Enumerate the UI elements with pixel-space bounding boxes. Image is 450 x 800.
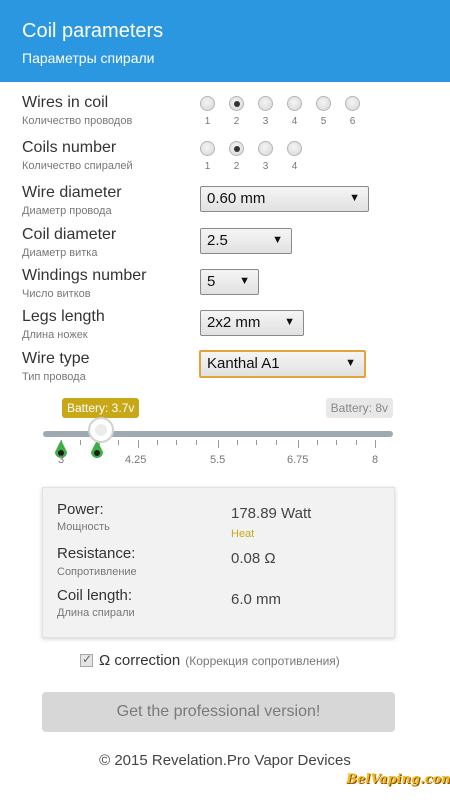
coils-sublabel: Количество спиралей bbox=[22, 160, 133, 172]
correction-checkbox[interactable] bbox=[80, 652, 93, 667]
footer-copyright: © 2015 Revelation.Pro Vapor Devices bbox=[99, 752, 351, 769]
coils-radio-group: 1 2 3 4 bbox=[193, 141, 309, 172]
coils-row: Coils number Количество спиралей bbox=[22, 139, 133, 172]
wires-radio-1[interactable]: 1 bbox=[193, 96, 222, 127]
correction-row[interactable]: Ω correction (Коррекция сопротивления) bbox=[80, 652, 340, 669]
heat-note: Heat bbox=[231, 528, 255, 540]
chevron-down-icon: ▼ bbox=[239, 275, 250, 287]
correction-label: Ω correction bbox=[99, 652, 181, 669]
wire-type-label: Wire type bbox=[22, 350, 90, 367]
legs-select[interactable]: 2x2 mm ▼ bbox=[200, 310, 304, 336]
coils-label: Coils number bbox=[22, 139, 117, 156]
power-label: Power: bbox=[57, 501, 104, 518]
coil-diameter-sublabel: Диаметр витка bbox=[22, 247, 98, 259]
watermark-logo: BelVaping.com bbox=[346, 772, 450, 787]
coil-length-label: Coil length: bbox=[57, 587, 133, 604]
power-value: 178.89 Watt bbox=[231, 505, 312, 522]
page-subtitle: Параметры спирали bbox=[22, 50, 155, 66]
legs-label: Legs length bbox=[22, 308, 105, 325]
wire-type-select[interactable]: Kanthal A1 ▼ bbox=[199, 350, 366, 378]
tick-label-6-75: 6.75 bbox=[287, 454, 309, 466]
battery-current-badge: Battery: 3.7v bbox=[62, 398, 140, 418]
resistance-label: Resistance: bbox=[57, 545, 136, 562]
resistance-sublabel: Сопротивление bbox=[57, 566, 137, 578]
windings-row: Windings number Число витков bbox=[22, 267, 147, 300]
chevron-down-icon: ▼ bbox=[272, 234, 283, 246]
power-sublabel: Мощность bbox=[57, 521, 110, 533]
wire-diameter-label: Wire diameter bbox=[22, 184, 122, 201]
correction-sublabel: (Коррекция сопротивления) bbox=[185, 653, 340, 668]
coil-diameter-value: 2.5 bbox=[207, 232, 228, 249]
tick-label-5-5: 5.5 bbox=[210, 454, 226, 466]
tick-label-8: 8 bbox=[372, 454, 379, 466]
coil-diameter-row: Coil diameter Диаметр витка bbox=[22, 226, 116, 259]
wires-radio-5[interactable]: 5 bbox=[309, 96, 338, 127]
wire-type-value: Kanthal A1 bbox=[207, 355, 280, 372]
page-title: Coil parameters bbox=[22, 20, 164, 42]
wire-diameter-select[interactable]: 0.60 mm ▼ bbox=[200, 186, 369, 212]
app-header: Coil parameters Параметры спирали bbox=[0, 0, 450, 82]
coils-radio-4[interactable]: 4 bbox=[280, 141, 309, 172]
windings-select[interactable]: 5 ▼ bbox=[200, 269, 259, 295]
tick-label-3: 3 bbox=[58, 454, 65, 466]
resistance-value: 0.08 Ω bbox=[231, 550, 276, 567]
legs-row: Legs length Длина ножек bbox=[22, 308, 105, 341]
wires-label: Wires in coil bbox=[22, 94, 109, 111]
coils-radio-2[interactable]: 2 bbox=[222, 141, 251, 172]
chevron-down-icon: ▼ bbox=[349, 192, 360, 204]
value-marker-icon bbox=[91, 440, 103, 458]
windings-sublabel: Число витков bbox=[22, 288, 91, 300]
wire-diameter-sublabel: Диаметр провода bbox=[22, 205, 112, 217]
windings-value: 5 bbox=[207, 273, 216, 290]
legs-sublabel: Длина ножек bbox=[22, 329, 88, 341]
coil-length-sublabel: Длина спирали bbox=[57, 607, 135, 619]
get-pro-button[interactable]: Get the professional version! bbox=[42, 692, 395, 732]
chevron-down-icon: ▼ bbox=[345, 357, 356, 369]
wire-diameter-row: Wire diameter Диаметр провода bbox=[22, 184, 122, 217]
wires-radio-group: 1 2 3 4 5 6 bbox=[193, 96, 367, 127]
tick-label-4-25: 4.25 bbox=[125, 454, 147, 466]
coil-length-value: 6.0 mm bbox=[231, 591, 282, 608]
coils-radio-1[interactable]: 1 bbox=[193, 141, 222, 172]
wires-radio-2[interactable]: 2 bbox=[222, 96, 251, 127]
coil-diameter-label: Coil diameter bbox=[22, 226, 117, 243]
wires-radio-6[interactable]: 6 bbox=[338, 96, 367, 127]
chevron-down-icon: ▼ bbox=[284, 316, 295, 328]
wires-radio-3[interactable]: 3 bbox=[251, 96, 280, 127]
wires-row: Wires in coil Количество проводов bbox=[22, 94, 132, 127]
battery-slider-thumb[interactable] bbox=[88, 417, 114, 443]
wire-diameter-value: 0.60 mm bbox=[207, 190, 266, 207]
wire-type-row: Wire type Тип провода bbox=[22, 350, 90, 383]
wire-type-sublabel: Тип провода bbox=[22, 371, 86, 383]
coils-radio-3[interactable]: 3 bbox=[251, 141, 280, 172]
windings-label: Windings number bbox=[22, 267, 147, 284]
battery-max-badge: Battery: 8v bbox=[325, 398, 393, 418]
results-card: Power: Мощность 178.89 Watt Heat Resista… bbox=[42, 487, 395, 638]
wires-sublabel: Количество проводов bbox=[22, 115, 133, 127]
wires-radio-4[interactable]: 4 bbox=[280, 96, 309, 127]
coil-diameter-select[interactable]: 2.5 ▼ bbox=[200, 228, 292, 254]
legs-value: 2x2 mm bbox=[207, 314, 261, 331]
